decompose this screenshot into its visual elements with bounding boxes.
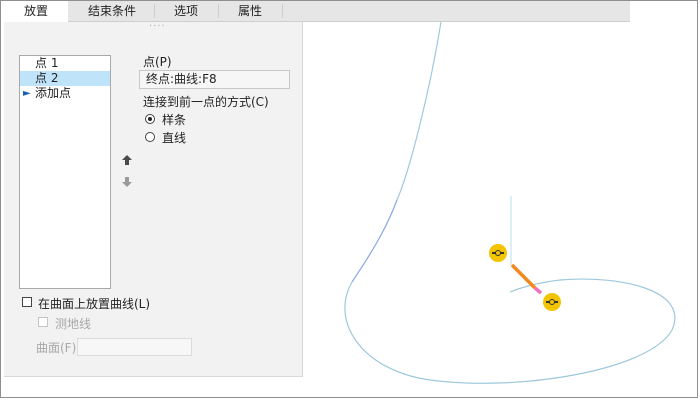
tab-options[interactable]: 选项 — [156, 1, 216, 21]
tab-separator — [218, 4, 219, 18]
add-point-item[interactable]: ► 添加点 — [20, 86, 110, 101]
radio-spline[interactable] — [145, 114, 155, 124]
graphics-viewport[interactable] — [303, 22, 697, 398]
curve-upper — [396, 22, 442, 201]
tab-end-conditions[interactable]: 结束条件 — [72, 1, 152, 21]
place-on-surface-label: 在曲面上放置曲线(L) — [38, 297, 151, 311]
drag-handle-icon[interactable] — [489, 244, 507, 262]
arrow-right-icon: ► — [23, 88, 31, 99]
tab-separator — [282, 4, 283, 18]
point-list-item-2[interactable]: 点 2 — [20, 71, 110, 86]
point-list[interactable]: 点 1 点 2 ► 添加点 — [19, 55, 111, 289]
point-field-label: 点(P) — [143, 55, 172, 69]
tangent-vector — [510, 263, 537, 290]
tab-bar: 放置 结束条件 选项 属性 — [4, 1, 630, 22]
drag-handle-icon[interactable] — [543, 293, 561, 311]
radio-line[interactable] — [145, 132, 155, 142]
tangent-tip — [533, 286, 543, 295]
arrow-up-icon[interactable] — [121, 154, 133, 166]
arrow-down-icon[interactable] — [121, 176, 133, 188]
tab-separator — [154, 4, 155, 18]
connect-label: 连接到前一点的方式(C) — [143, 95, 269, 109]
add-point-label: 添加点 — [35, 86, 72, 100]
radio-spline-label: 样条 — [162, 113, 187, 127]
tab-properties[interactable]: 属性 — [220, 1, 280, 21]
surface-field[interactable] — [77, 338, 192, 356]
curve-loop — [344, 278, 676, 384]
point-list-item-1[interactable]: 点 1 — [20, 56, 110, 71]
radio-line-label: 直线 — [162, 131, 187, 145]
surface-field-label: 曲面(F) — [36, 341, 77, 355]
place-on-surface-checkbox[interactable] — [22, 297, 32, 307]
geodesic-label: 测地线 — [55, 317, 92, 331]
curve-mid — [351, 199, 398, 283]
point-field[interactable]: 终点:曲线:F8 — [139, 70, 290, 89]
tab-placement[interactable]: 放置 — [4, 1, 68, 22]
drag-handle-icon[interactable]: ···· — [149, 22, 167, 32]
geodesic-checkbox[interactable] — [38, 317, 48, 327]
